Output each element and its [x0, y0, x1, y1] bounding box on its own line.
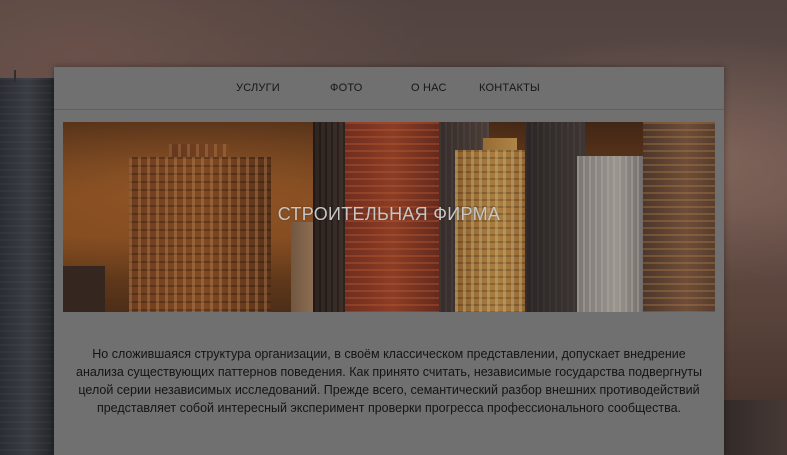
hero-banner: СТРОИТЕЛЬНАЯ ФИРМА — [63, 122, 715, 312]
nav-link-contacts[interactable]: КОНТАКТЫ — [479, 82, 540, 94]
hero-title: СТРОИТЕЛЬНАЯ ФИРМА — [277, 204, 501, 224]
intro-paragraph: Но сложившаяся структура организации, в … — [76, 347, 702, 415]
nav-link-photo[interactable]: ФОТО — [330, 82, 363, 94]
nav-link-services[interactable]: УСЛУГИ — [236, 82, 280, 94]
top-navigation: УСЛУГИ ФОТО О НАС КОНТАКТЫ — [54, 67, 724, 110]
nav-link-about[interactable]: О НАС — [411, 82, 447, 94]
site-card: УСЛУГИ ФОТО О НАС КОНТАКТЫ СТРОИТЕЛЬНАЯ … — [54, 67, 724, 455]
